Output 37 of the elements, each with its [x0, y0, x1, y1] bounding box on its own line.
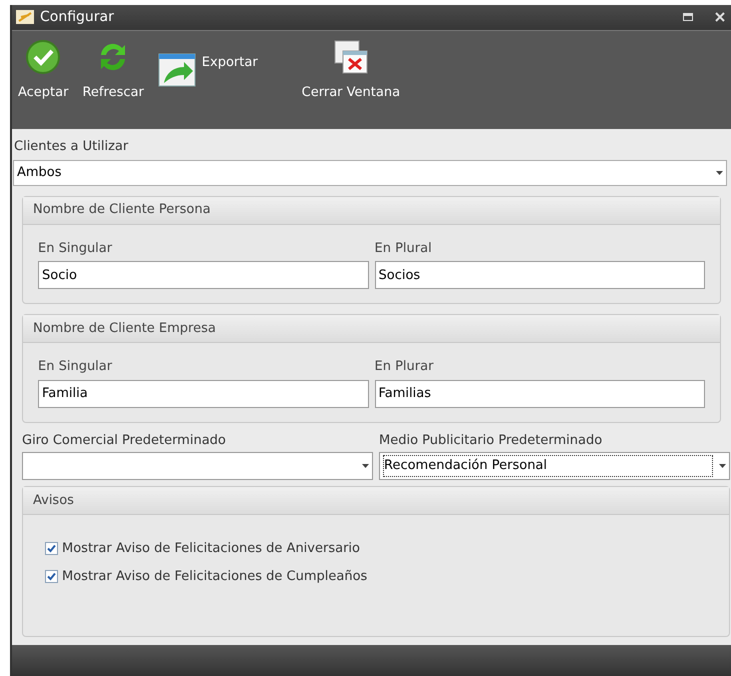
- text-field[interactable]: Socio: [38, 261, 368, 290]
- clients-dropdown[interactable]: Ambos: [13, 160, 727, 186]
- checkbox[interactable]: [45, 542, 58, 556]
- window-title: Configurar: [40, 8, 115, 27]
- app-icon: [16, 10, 34, 24]
- dropdown-arrow-icon: [716, 170, 723, 175]
- close-icon[interactable]: [715, 12, 725, 22]
- checkbox-option[interactable]: Mostrar Aviso de Felicitaciones de Cumpleaños: [45, 566, 707, 586]
- field-label: En Plurar: [374, 358, 434, 376]
- checkbox-option[interactable]: Mostrar Aviso de Felicitaciones de Aniversario: [45, 539, 707, 559]
- export-window-icon: [158, 52, 196, 87]
- toolbar-button[interactable]: Refrescar: [80, 38, 146, 102]
- toolbar-button[interactable]: Exportar: [156, 52, 260, 87]
- field-label: Medio Publicitario Predeterminado: [379, 432, 604, 450]
- toolbar-button[interactable]: Aceptar: [16, 38, 70, 102]
- dropdown-arrow-icon: [719, 464, 726, 468]
- group-title: Avisos: [33, 492, 74, 510]
- close-window-icon: [332, 38, 369, 75]
- text-field[interactable]: Familias: [374, 380, 705, 408]
- text-field[interactable]: Familia: [38, 380, 368, 408]
- field-label: Giro Comercial Predeterminado: [22, 432, 227, 450]
- group-title: Nombre de Cliente Persona: [33, 201, 211, 220]
- field-label: Clientes a Utilizar: [13, 138, 130, 156]
- toolbar-button[interactable]: Cerrar Ventana: [300, 38, 402, 102]
- group-title: Nombre de Cliente Empresa: [33, 320, 216, 338]
- dropdown-arrow-icon: [362, 464, 369, 468]
- maximize-icon[interactable]: [683, 13, 693, 22]
- check-icon: [25, 38, 62, 75]
- field-label: En Plural: [374, 240, 433, 258]
- dropdown[interactable]: [22, 452, 373, 480]
- field-label: En Singular: [38, 240, 114, 258]
- field-label: En Singular: [38, 358, 114, 376]
- checkmark-icon: [47, 544, 56, 554]
- dropdown[interactable]: Recomendación Personal: [379, 452, 730, 480]
- text-field[interactable]: Socios: [374, 261, 705, 290]
- checkbox[interactable]: [45, 570, 58, 583]
- checkmark-icon: [47, 572, 56, 581]
